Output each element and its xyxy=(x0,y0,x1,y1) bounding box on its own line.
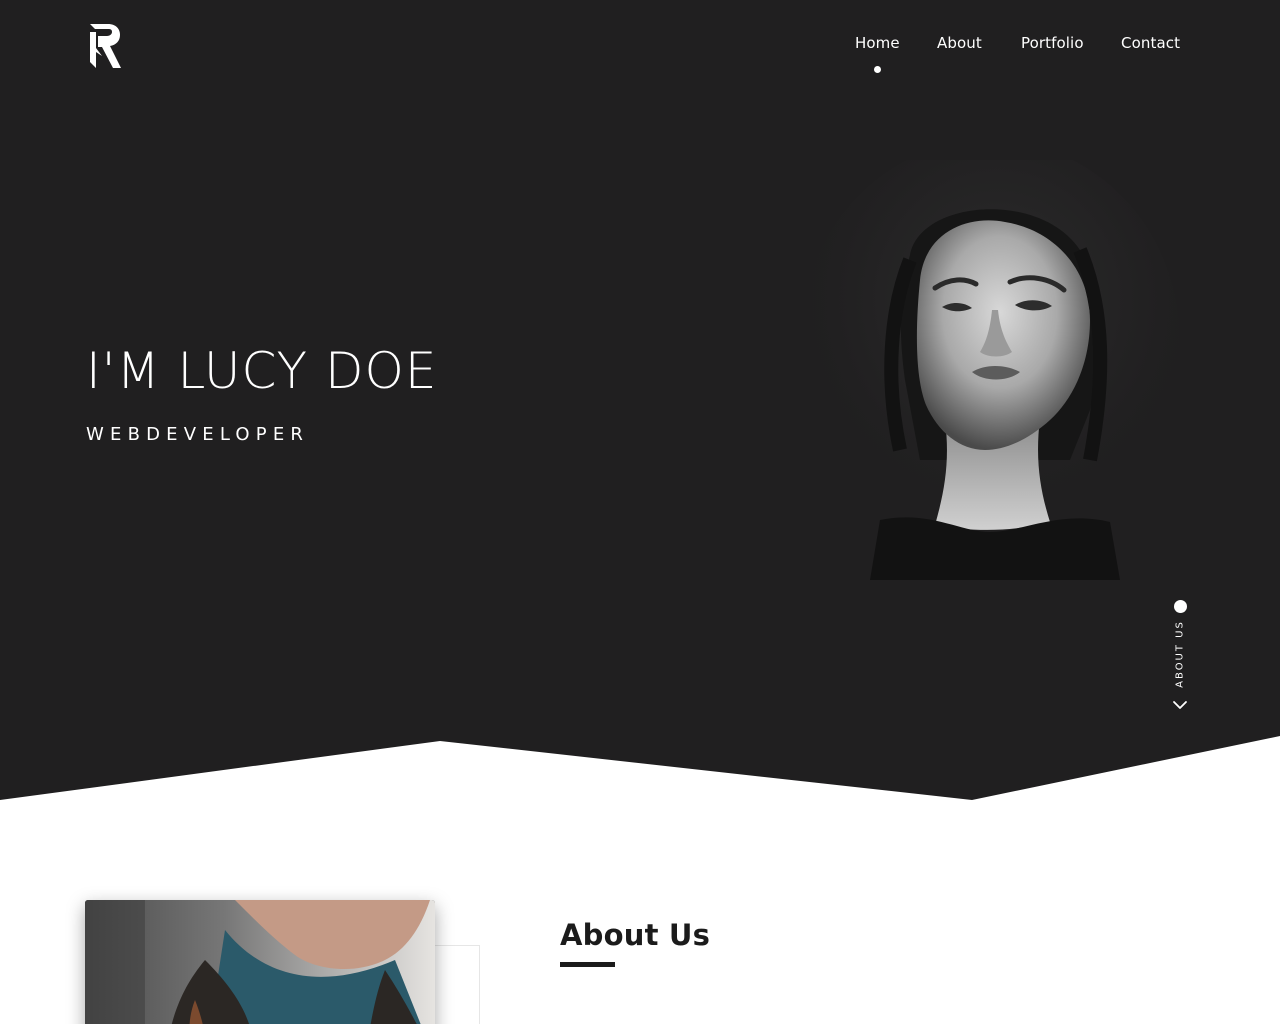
chevron-down-icon xyxy=(1173,701,1187,709)
portrait-photo xyxy=(800,160,1180,580)
nav-item-about[interactable]: About xyxy=(937,34,982,52)
scroll-hint-label: ABOUT US xyxy=(1174,620,1186,688)
about-section: About Us xyxy=(0,800,1280,1024)
man-portrait-image xyxy=(85,900,435,1024)
nav-item-portfolio[interactable]: Portfolio xyxy=(1021,34,1084,52)
active-nav-indicator xyxy=(874,66,881,73)
main-nav: Home About Portfolio Contact xyxy=(0,34,1280,74)
scroll-indicator-icon xyxy=(1174,600,1187,613)
about-title-underline xyxy=(560,962,615,967)
man-portrait-photo xyxy=(85,900,435,1024)
about-title: About Us xyxy=(560,918,711,952)
hero-name: I'M LUCY DOE xyxy=(86,342,438,400)
scroll-to-about[interactable]: ABOUT US xyxy=(1166,596,1194,720)
nav-item-contact[interactable]: Contact xyxy=(1121,34,1180,52)
nav-item-home[interactable]: Home xyxy=(855,34,900,52)
hero-section: Home About Portfolio Contact I'M LUCY DO… xyxy=(0,0,1280,800)
hero-role: WEBDEVELOPER xyxy=(86,424,310,445)
